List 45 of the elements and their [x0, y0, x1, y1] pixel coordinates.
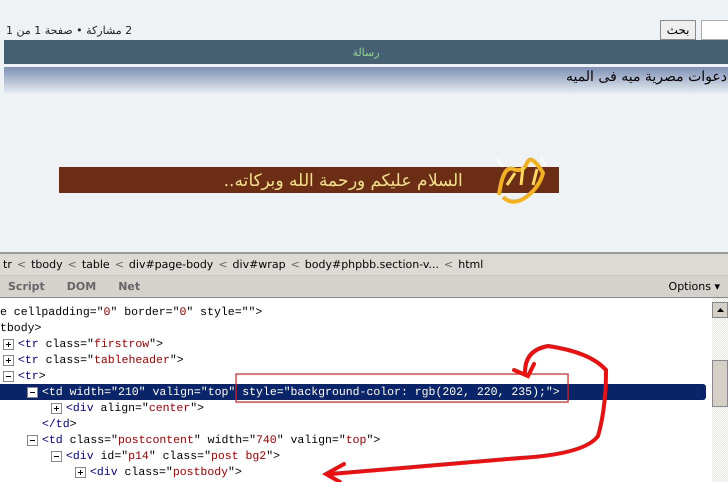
panel-tab[interactable]: Script: [8, 278, 45, 295]
dom-node-line[interactable]: <td class="postcontent" width="740" valign="top">: [0, 432, 712, 448]
dom-node-line[interactable]: <div class="postbody">: [0, 464, 712, 480]
dom-node-line[interactable]: <div id="p14" class="post bg2">: [0, 448, 712, 464]
search-field[interactable]: [701, 20, 728, 40]
search-button[interactable]: بحث: [660, 20, 696, 40]
scroll-thumb[interactable]: [712, 360, 728, 407]
dom-node-line[interactable]: </td>: [0, 416, 712, 432]
panel-tab[interactable]: DOM: [66, 278, 96, 295]
table-header: رسالة: [4, 40, 728, 64]
collapse-icon[interactable]: [27, 386, 38, 398]
dom-node-line[interactable]: e cellpadding="0" border="0" style="">: [0, 304, 712, 320]
breadcrumb-item[interactable]: div#page-body: [128, 258, 214, 271]
dom-node-line[interactable]: <tr class="tableheader">: [0, 352, 712, 368]
pagination-text: 2 مشاركة • صفحة 1 من 1: [6, 24, 132, 36]
collapse-icon[interactable]: [51, 450, 62, 462]
dom-node-line[interactable]: <tr class="firstrow">: [0, 336, 712, 352]
options-menu[interactable]: Options ▾: [668, 280, 720, 293]
breadcrumb-separator: <: [68, 258, 77, 271]
breadcrumb-item[interactable]: div#wrap: [232, 258, 286, 271]
breadcrumb-separator: <: [218, 258, 228, 271]
expand-icon[interactable]: [3, 354, 14, 366]
dom-node-line[interactable]: <tr>: [0, 368, 712, 384]
breadcrumb-item[interactable]: table: [82, 258, 110, 271]
collapse-icon[interactable]: [3, 370, 14, 382]
collapse-icon[interactable]: [27, 434, 38, 446]
breadcrumb-separator: <: [114, 258, 124, 271]
post-title: دعوات مصرية ميه فى الميه: [566, 68, 727, 87]
expand-icon[interactable]: [3, 338, 14, 350]
dom-node-line[interactable]: <div align="center">: [0, 400, 712, 416]
panel-tab[interactable]: Net: [118, 278, 140, 295]
breadcrumb-item[interactable]: tr: [3, 258, 12, 271]
scrollbar[interactable]: [712, 298, 728, 482]
scroll-up-button[interactable]: [712, 302, 728, 318]
breadcrumb-separator: <: [444, 258, 454, 271]
breadcrumb-item[interactable]: tbody: [31, 258, 63, 271]
breadcrumb-separator: <: [16, 258, 26, 271]
banner-text: السلام عليكم ورحمة الله وبركاته..: [224, 170, 463, 190]
breadcrumb-separator: <: [290, 258, 300, 271]
dom-node-line[interactable]: tbody>: [0, 320, 712, 336]
up-arrow-icon: [716, 308, 724, 312]
expand-icon[interactable]: [75, 466, 86, 478]
breadcrumb-item[interactable]: body#phpbb.section-v...: [304, 258, 440, 271]
expand-icon[interactable]: [51, 402, 62, 414]
breadcrumb-item[interactable]: html: [458, 258, 484, 271]
